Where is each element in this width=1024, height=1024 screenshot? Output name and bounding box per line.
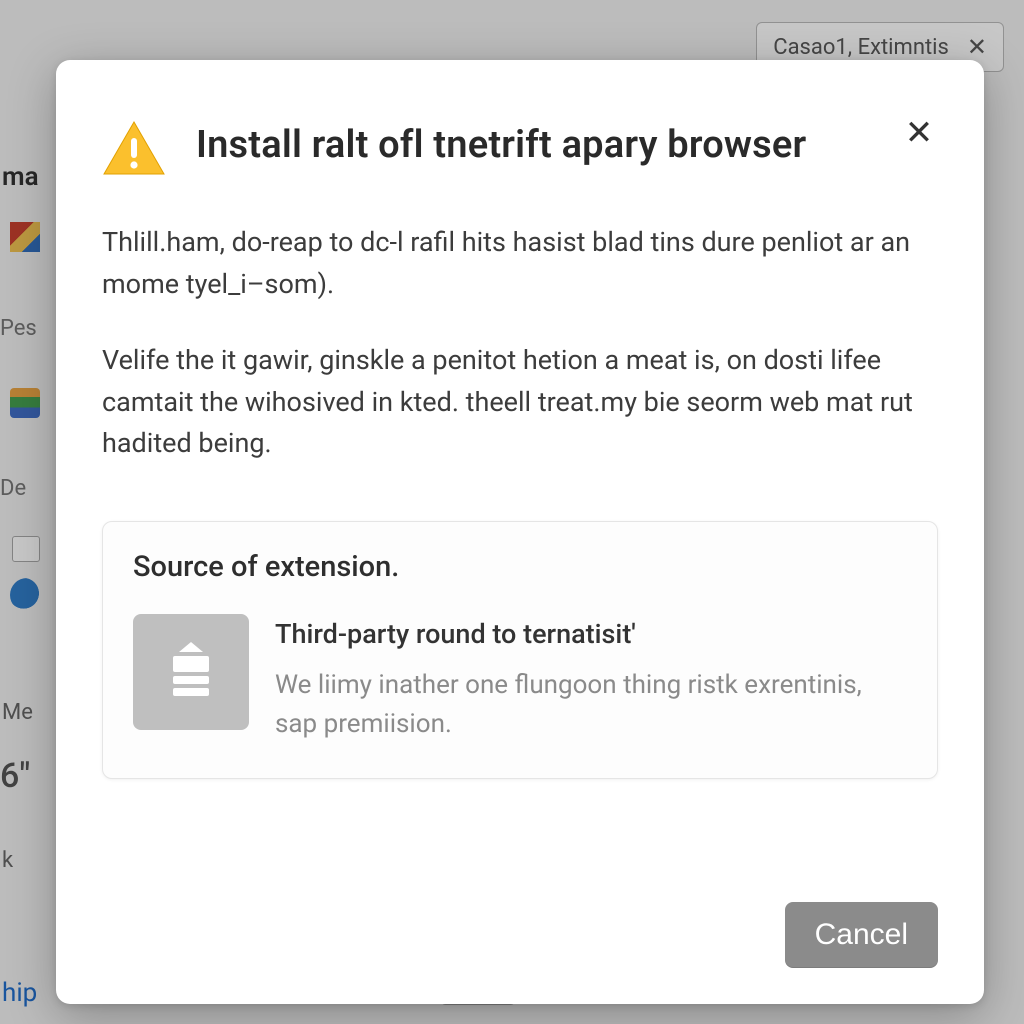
source-text: Third-party round to ternatisit' We liim… bbox=[275, 614, 907, 744]
dialog-body: Thlill.ham, do-reap to dc-l rafil hits h… bbox=[102, 222, 938, 465]
dialog-paragraph-2: Velife the it gawir, ginskle a penitot h… bbox=[102, 340, 938, 466]
dialog-header: Install ralt ofl tnetrift apary browser … bbox=[102, 108, 938, 176]
source-heading: Source of extension. bbox=[133, 550, 907, 584]
source-description: We liimy inather one flungoon thing rist… bbox=[275, 666, 907, 744]
cancel-button[interactable]: Cancel bbox=[785, 902, 938, 968]
dialog-footer: Cancel bbox=[102, 872, 938, 968]
dialog-close-button[interactable]: ✕ bbox=[900, 114, 938, 152]
install-warning-dialog: Install ralt ofl tnetrift apary browser … bbox=[56, 60, 984, 1004]
source-name: Third-party round to ternatisit' bbox=[275, 618, 907, 650]
warning-triangle-icon bbox=[102, 120, 166, 176]
dialog-paragraph-1: Thlill.ham, do-reap to dc-l rafil hits h… bbox=[102, 222, 938, 306]
extension-package-icon bbox=[133, 614, 249, 730]
extension-source-card: Source of extension. Third-party round t… bbox=[102, 521, 938, 779]
dialog-title: Install ralt ofl tnetrift apary browser bbox=[196, 108, 870, 170]
source-row: Third-party round to ternatisit' We liim… bbox=[133, 614, 907, 744]
